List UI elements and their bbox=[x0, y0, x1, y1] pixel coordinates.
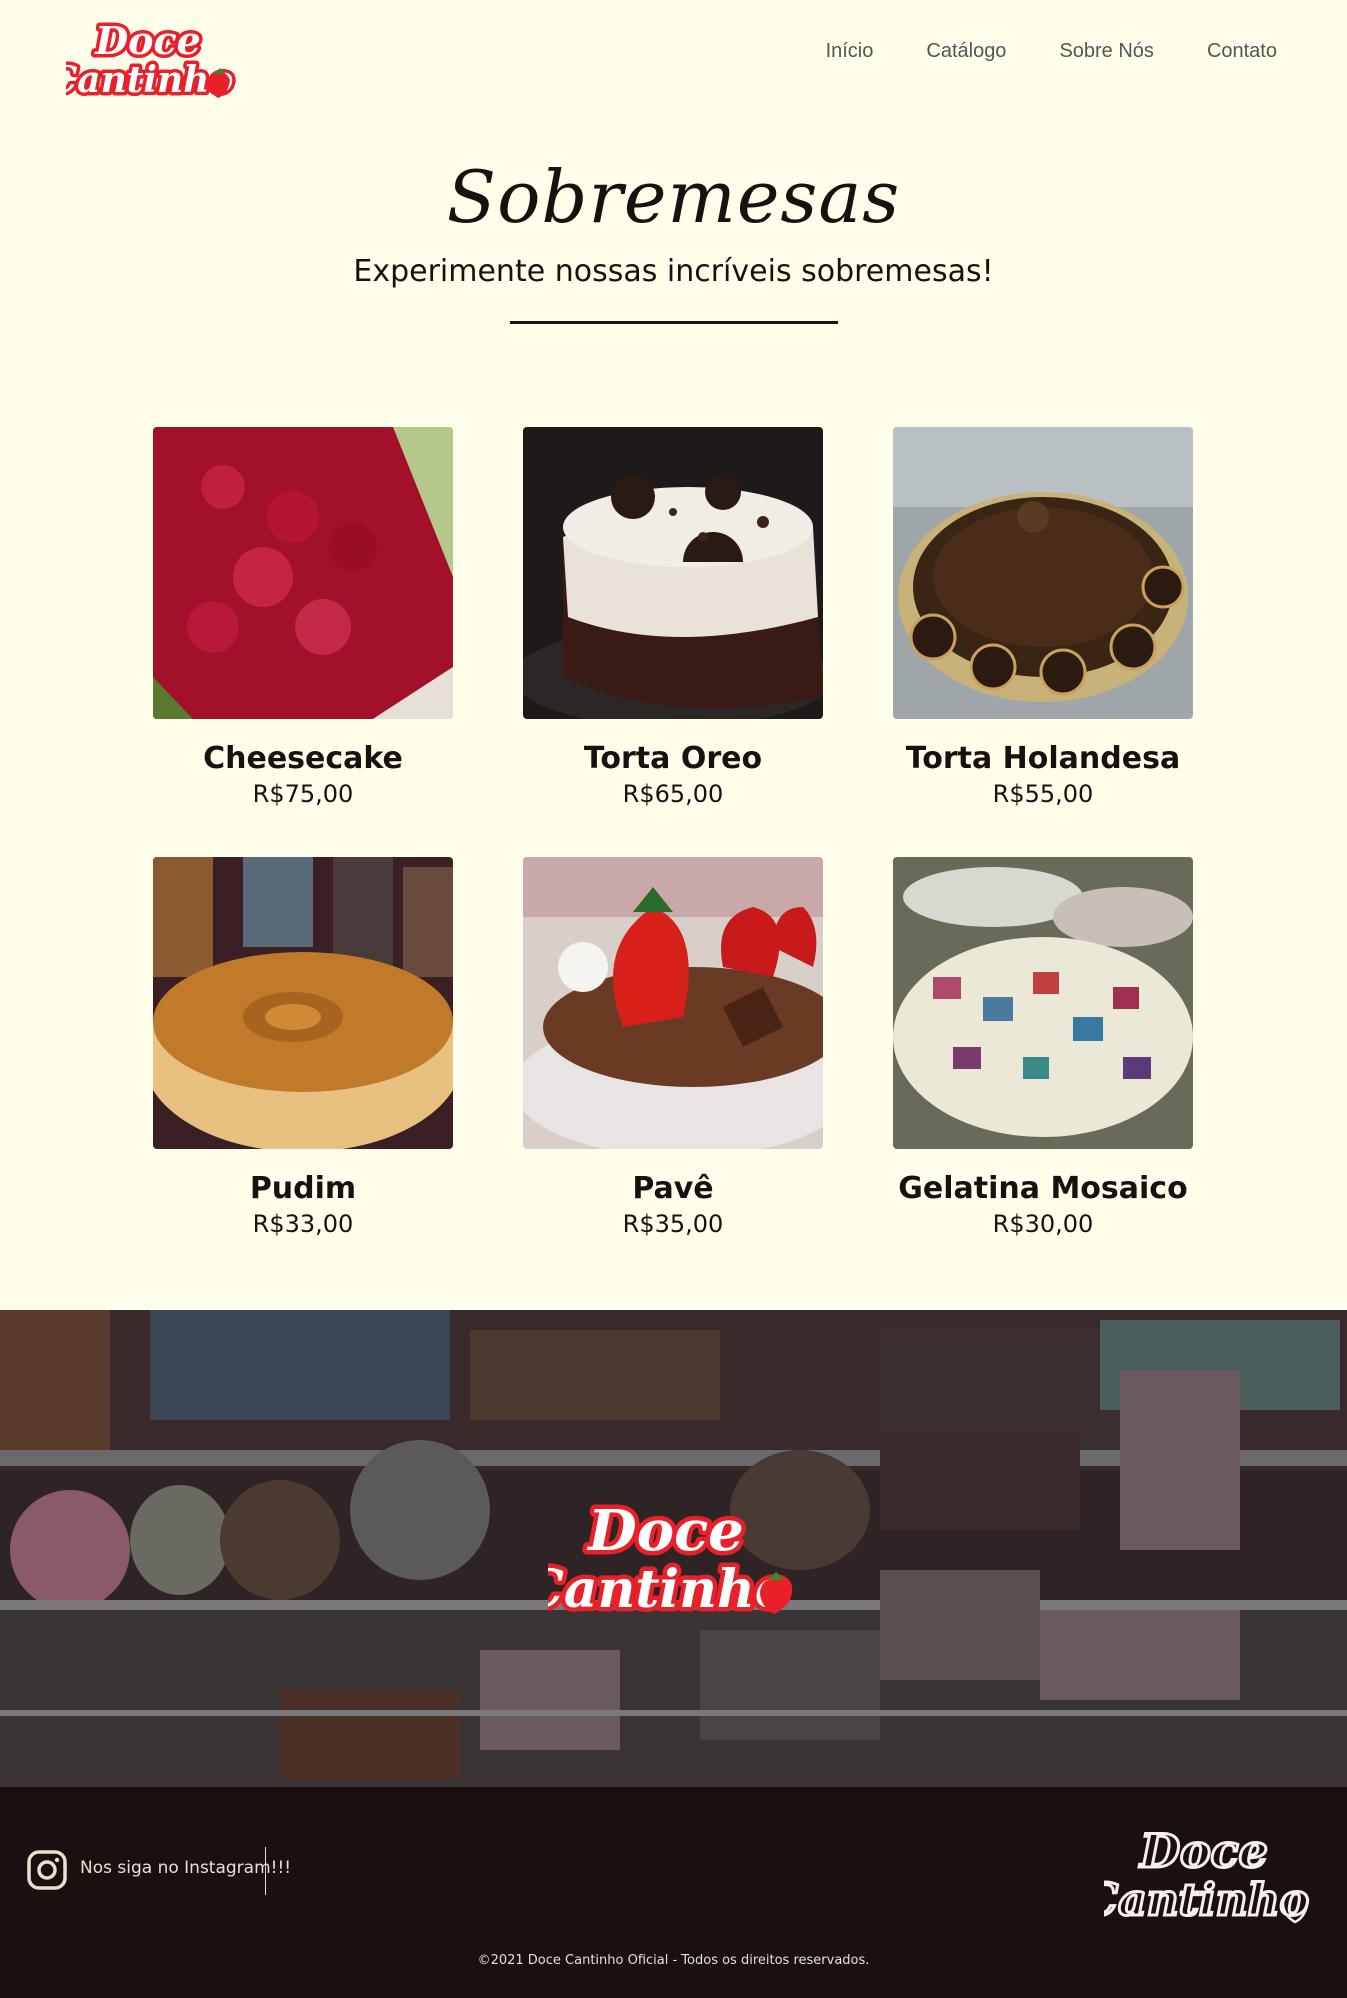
svg-text:Doce: Doce bbox=[586, 1498, 744, 1564]
footer-logo: Doce Cantinho bbox=[1082, 1817, 1319, 1932]
product-price: R$65,00 bbox=[622, 780, 724, 808]
product-name[interactable]: Pudim bbox=[153, 1171, 453, 1206]
product-price: R$30,00 bbox=[992, 1210, 1094, 1238]
page-subtitle: Experimente nossas incríveis sobremesas! bbox=[353, 254, 994, 289]
product-price: R$55,00 bbox=[992, 780, 1094, 808]
instagram-icon[interactable] bbox=[26, 1849, 68, 1891]
nav-inicio[interactable]: Início bbox=[826, 40, 874, 63]
svg-text:Cantinho: Cantinho bbox=[1104, 1875, 1309, 1926]
product-card[interactable]: Torta Holandesa R$55,00 bbox=[893, 427, 1193, 808]
site-header: Doce Doce Cantinho Cantinho Início Catál… bbox=[0, 0, 1347, 110]
product-card[interactable]: Cheesecake R$75,00 bbox=[153, 427, 453, 808]
product-card[interactable]: Torta Oreo R$65,00 bbox=[523, 427, 823, 808]
product-price: R$33,00 bbox=[252, 1210, 354, 1238]
footer-divider bbox=[265, 1847, 266, 1895]
product-name[interactable]: Gelatina Mosaico bbox=[893, 1171, 1193, 1206]
instagram-label[interactable]: Nos siga no Instagram!!! bbox=[80, 1858, 291, 1878]
nav-contato[interactable]: Contato bbox=[1207, 40, 1277, 63]
product-image-pave[interactable] bbox=[523, 857, 823, 1149]
product-card[interactable]: Pudim R$33,00 bbox=[153, 857, 453, 1238]
product-image-pudim[interactable] bbox=[153, 857, 453, 1149]
store-banner: Doce Doce Cantinho Cantinho bbox=[0, 1310, 1347, 1787]
product-card[interactable]: Gelatina Mosaico R$30,00 bbox=[893, 857, 1193, 1238]
product-name[interactable]: Torta Oreo bbox=[523, 741, 823, 776]
brand-logo[interactable]: Doce Doce Cantinho Cantinho bbox=[45, 12, 237, 105]
product-image-torta-oreo[interactable] bbox=[523, 427, 823, 719]
nav-sobre-nos[interactable]: Sobre Nós bbox=[1059, 40, 1154, 63]
nav-catalogo[interactable]: Catálogo bbox=[926, 40, 1006, 63]
svg-text:Cantinho: Cantinho bbox=[66, 59, 233, 100]
page-title: Sobremesas bbox=[446, 155, 901, 239]
product-card[interactable]: Pavê R$35,00 bbox=[523, 857, 823, 1238]
svg-text:Doce: Doce bbox=[1138, 1824, 1268, 1878]
product-image-torta-holandesa[interactable] bbox=[893, 427, 1193, 719]
site-footer: Nos siga no Instagram!!! Doce Cantinho ©… bbox=[0, 1787, 1347, 1998]
product-price: R$75,00 bbox=[252, 780, 354, 808]
banner-logo: Doce Doce Cantinho Cantinho bbox=[518, 1485, 798, 1625]
product-name[interactable]: Pavê bbox=[523, 1171, 823, 1206]
product-name[interactable]: Torta Holandesa bbox=[893, 741, 1193, 776]
product-image-cheesecake[interactable] bbox=[153, 427, 453, 719]
product-price: R$35,00 bbox=[622, 1210, 724, 1238]
product-image-gelatina-mosaico[interactable] bbox=[893, 857, 1193, 1149]
main-nav: Início Catálogo Sobre Nós Contato bbox=[826, 40, 1277, 63]
svg-text:Doce: Doce bbox=[94, 18, 201, 63]
copyright-text: ©2021 Doce Cantinho Oficial - Todos os d… bbox=[477, 1953, 870, 1968]
svg-text:Cantinho: Cantinho bbox=[548, 1559, 789, 1620]
product-name[interactable]: Cheesecake bbox=[153, 741, 453, 776]
title-divider bbox=[510, 321, 838, 324]
